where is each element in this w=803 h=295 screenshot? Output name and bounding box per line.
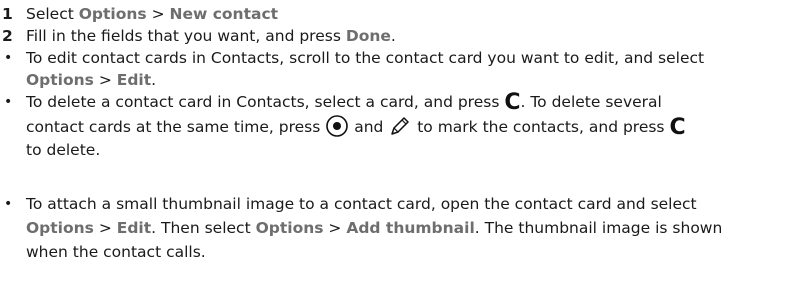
manual-page: 1 Select Options > New contact 2 Fill in… — [0, 0, 803, 295]
bullet-delete-line-2: contact cards at the same time, press an… — [0, 114, 803, 140]
menu-term-options: Options — [26, 219, 94, 237]
bullet-edit-line-2: Options > Edit. — [26, 71, 157, 89]
menu-term-new-contact: New contact — [169, 5, 279, 23]
bullet-thumbnail-line-3: when the contact calls. — [26, 243, 206, 261]
step-text: Select Options > New contact — [26, 5, 279, 23]
menu-term-edit: Edit — [116, 71, 152, 89]
bullet-thumbnail-line-1: • To attach a small thumbnail image to a… — [0, 192, 803, 216]
clear-key-icon: C — [504, 90, 521, 115]
menu-term-edit: Edit — [116, 219, 152, 237]
menu-term-options: Options — [26, 71, 94, 89]
step-1: 1 Select Options > New contact — [0, 2, 803, 26]
menu-term-options: Options — [255, 219, 324, 237]
step-2: 2 Fill in the fields that you want, and … — [0, 24, 803, 48]
bullet-thumbnail-line-2: Options > Edit. Then select Options > Ad… — [26, 219, 723, 237]
clear-key-icon: C — [669, 115, 686, 140]
menu-term-options: Options — [78, 5, 147, 23]
bullet-edit-line-1: • To edit contact cards in Contacts, scr… — [0, 46, 803, 70]
menu-term-add-thumbnail: Add thumbnail — [346, 219, 475, 237]
menu-term-done: Done — [345, 27, 391, 45]
step-number: 2 — [2, 27, 13, 45]
bullet-delete-line-3: to delete. — [26, 141, 101, 159]
step-number: 1 — [2, 5, 13, 23]
bullet-delete-line-1: • To delete a contact card in Contacts, … — [4, 90, 662, 115]
step-text: Fill in the fields that you want, and pr… — [26, 27, 396, 45]
